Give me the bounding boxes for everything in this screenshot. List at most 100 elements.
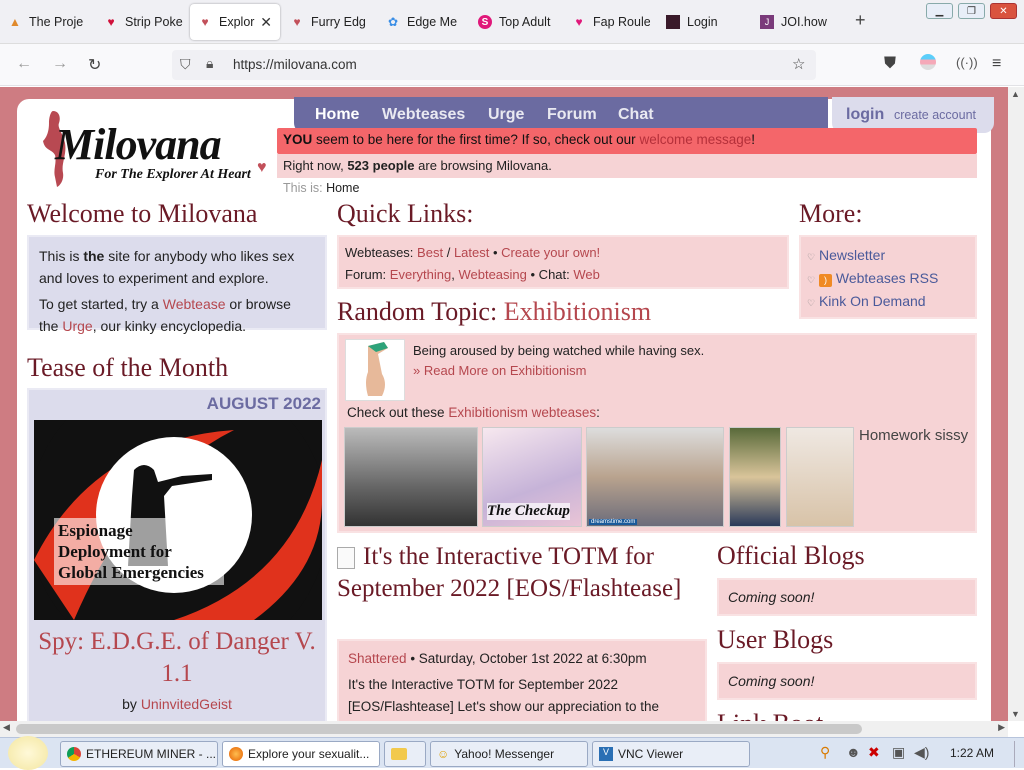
minimize-window-button[interactable]: ▁: [926, 3, 953, 19]
horizontal-scroll-thumb[interactable]: [16, 724, 862, 734]
tab-fap-roulette[interactable]: ♥ Fap Roule: [572, 4, 650, 40]
start-button[interactable]: [8, 736, 48, 770]
search-icon[interactable]: ⚲: [820, 744, 830, 761]
back-arrow-icon[interactable]: ←: [16, 55, 32, 73]
tab-top-adult[interactable]: S Top Adult: [478, 4, 554, 40]
site-logo[interactable]: Milovana For The Explorer At Heart ♥: [25, 107, 275, 189]
welcome-message-link[interactable]: welcome message: [639, 132, 751, 147]
menu-forum[interactable]: Forum: [547, 106, 597, 124]
tease-thumbnail-1[interactable]: [344, 427, 478, 527]
news-author-link[interactable]: Shattered: [348, 651, 407, 666]
tab-strip-poker[interactable]: ♥ Strip Poke: [104, 4, 188, 40]
first-visit-notice: YOU seem to be here for the first time? …: [277, 128, 977, 154]
document-icon: [337, 547, 355, 569]
project-icon: ▲: [9, 15, 21, 29]
heart-bullet-icon: ♡: [807, 252, 816, 262]
dark-square-icon: [666, 15, 680, 29]
close-tab-icon[interactable]: ✕: [260, 14, 272, 31]
login-link[interactable]: login: [846, 106, 884, 124]
kink-on-demand-item[interactable]: ♡ Kink On Demand: [807, 291, 969, 314]
scroll-down-icon[interactable]: ▼: [1011, 709, 1020, 719]
more-heading: More:: [799, 199, 863, 228]
quick-links-heading: Quick Links:: [337, 199, 474, 228]
network-alert-icon[interactable]: ✖: [868, 744, 880, 761]
account-icon[interactable]: [920, 54, 936, 70]
totm-author-link[interactable]: UninvitedGeist: [141, 696, 232, 712]
menu-webteases[interactable]: Webteases: [382, 106, 465, 124]
tease-thumbnail-5[interactable]: [786, 427, 854, 527]
volume-icon[interactable]: ◀): [914, 744, 929, 761]
devices-icon[interactable]: ▣: [892, 744, 905, 761]
tab-furry-edge[interactable]: ♥ Furry Edg: [290, 4, 370, 40]
welcome-box: This is the site for anybody who likes s…: [27, 235, 327, 334]
random-topic-link[interactable]: Exhibitionism: [504, 297, 651, 326]
newsletter-item[interactable]: ♡ Newsletter: [807, 245, 969, 268]
tease-thumbnail-4[interactable]: [729, 427, 781, 527]
chat-web-link[interactable]: Web: [573, 267, 600, 282]
bookmark-star-icon[interactable]: ☆: [792, 55, 805, 73]
extension-icon[interactable]: ((·)): [956, 55, 978, 70]
topic-image[interactable]: [345, 339, 405, 401]
menu-home[interactable]: Home: [315, 106, 359, 124]
maximize-window-button[interactable]: ❐: [958, 3, 985, 19]
url-bar[interactable]: ⛉ 🔒︎ https://milovana.com ☆: [172, 50, 816, 80]
tease-thumbnail-2[interactable]: The Checkup: [482, 427, 582, 527]
menu-urge[interactable]: Urge: [488, 106, 524, 124]
chrome-icon: [67, 747, 81, 761]
puzzle-icon: ✿: [387, 15, 399, 29]
urge-link[interactable]: Urge: [62, 318, 92, 334]
webteases-rss-item[interactable]: ♡ ) Webteases RSS: [807, 268, 969, 291]
tease-thumbnail-3[interactable]: dreamstime.com: [586, 427, 724, 527]
latest-link[interactable]: Latest: [454, 245, 489, 260]
page-content: Milovana For The Explorer At Heart ♥ Hom…: [17, 97, 994, 721]
tab-edge-me[interactable]: ✿ Edge Me: [386, 4, 464, 40]
exhibitionism-webteases-link[interactable]: Exhibitionism webteases: [448, 405, 596, 420]
forum-everything-link[interactable]: Everything: [390, 267, 451, 282]
task-vnc-viewer[interactable]: V VNC Viewer: [592, 741, 750, 767]
task-firefox[interactable]: Explore your sexualit...: [222, 741, 380, 767]
create-your-own-link[interactable]: Create your own!: [501, 245, 600, 260]
tab-project[interactable]: ▲ The Proje: [8, 4, 98, 40]
browsing-status: Right now, 523 people are browsing Milov…: [277, 154, 977, 178]
rss-icon: ): [818, 274, 832, 287]
forum-webteasing-link[interactable]: Webteasing: [458, 267, 526, 282]
tab-joi-how[interactable]: J JOI.how: [760, 4, 850, 40]
lock-icon[interactable]: 🔒︎: [206, 55, 213, 72]
totm-cover-image[interactable]: Espionage Deployment for Global Emergenc…: [34, 420, 322, 620]
best-link[interactable]: Best: [417, 245, 443, 260]
close-window-button[interactable]: ✕: [990, 3, 1017, 19]
scroll-up-icon[interactable]: ▲: [1011, 89, 1020, 99]
create-account-link[interactable]: create account: [894, 108, 976, 122]
new-tab-icon[interactable]: +: [855, 10, 866, 31]
horizontal-scrollbar[interactable]: ◀ ▶: [0, 721, 1008, 737]
totm-tease-title[interactable]: Spy: E.D.G.E. of Danger V. 1.1: [29, 626, 325, 690]
vertical-scrollbar[interactable]: ▲ ▼: [1008, 87, 1024, 721]
reload-icon[interactable]: ↻: [88, 55, 101, 75]
task-ethereum-miner[interactable]: ETHEREUM MINER - ...: [60, 741, 218, 767]
show-desktop-button[interactable]: [1014, 741, 1022, 767]
s-circle-icon: S: [478, 15, 492, 29]
read-more-row: » Read More on Exhibitionism: [413, 363, 587, 378]
tray-smiley-icon[interactable]: ☻: [846, 744, 861, 760]
webtease-link[interactable]: Webtease: [163, 296, 226, 312]
task-folder[interactable]: [384, 741, 426, 767]
checkout-row: Check out these Exhibitionism webteases:: [347, 405, 600, 420]
milovana-heart-icon: ♥: [293, 15, 301, 29]
scroll-right-icon[interactable]: ▶: [998, 722, 1005, 733]
shield-icon[interactable]: ⛉: [180, 56, 191, 73]
forward-arrow-icon[interactable]: →: [52, 55, 68, 73]
pocket-icon[interactable]: ⛊: [884, 55, 896, 73]
task-yahoo-messenger[interactable]: ☺ Yahoo! Messenger: [430, 741, 588, 767]
menu-chat[interactable]: Chat: [618, 106, 654, 124]
homework-sissy-link[interactable]: Homework sissy: [859, 427, 968, 444]
tab-login[interactable]: Login: [666, 4, 746, 40]
clock[interactable]: 1:22 AM: [950, 746, 994, 760]
tab-milovana-active[interactable]: ♥ Explor ✕: [190, 4, 280, 40]
news-article: It's the Interactive TOTM for September …: [337, 541, 717, 605]
folder-icon: [391, 748, 407, 760]
scroll-left-icon[interactable]: ◀: [3, 722, 10, 733]
hamburger-menu-icon[interactable]: ≡: [992, 55, 1001, 73]
read-more-link[interactable]: Read More on Exhibitionism: [424, 363, 587, 378]
url-text[interactable]: https://milovana.com: [233, 57, 357, 72]
news-title[interactable]: It's the Interactive TOTM for September …: [337, 541, 717, 605]
